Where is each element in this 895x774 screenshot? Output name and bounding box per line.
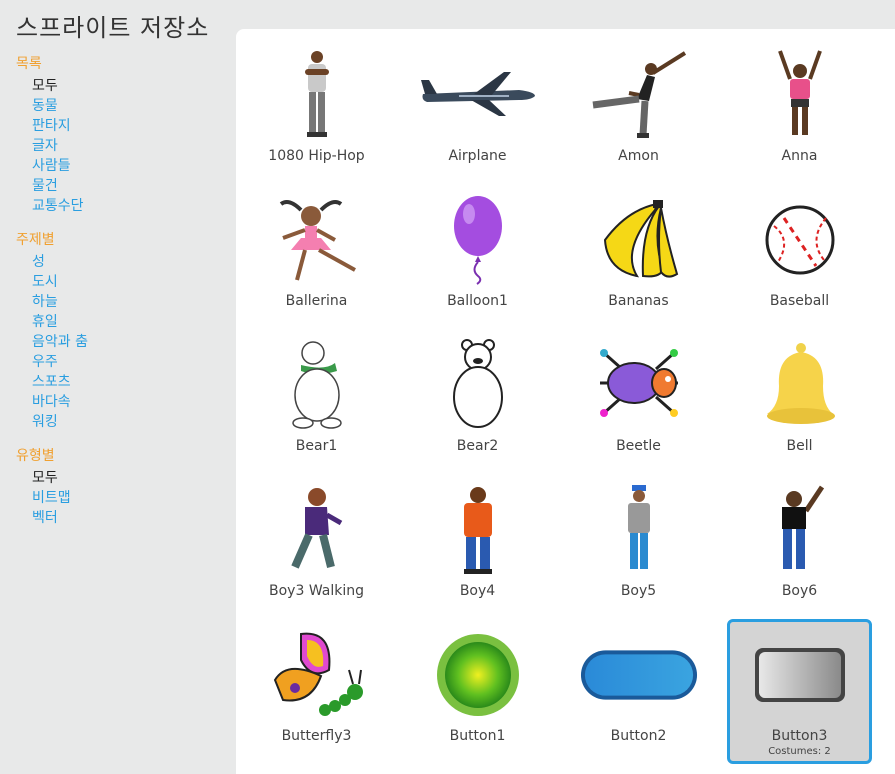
- theme-item-city[interactable]: 도시: [16, 272, 226, 292]
- boy-waving-icon: [730, 481, 869, 579]
- butterfly-caterpillar-icon: [247, 626, 386, 724]
- sprite-tile[interactable]: Amon: [566, 39, 711, 184]
- category-item-fantasy[interactable]: 판타지: [16, 116, 226, 136]
- sprite-tile[interactable]: Anna: [727, 39, 872, 184]
- sprite-grid: 1080 Hip-Hop Airplane Amon Anna Ballerin…: [244, 39, 872, 764]
- boy-walking-icon: [247, 481, 386, 579]
- sprite-name: Button3: [771, 728, 828, 744]
- sprite-name: Airplane: [448, 148, 507, 164]
- category-sidebar: 목록 모두 동물 판타지 글자 사람들 물건 교통수단 주제별 성 도시 하늘 …: [16, 54, 226, 542]
- sprite-name: 1080 Hip-Hop: [268, 148, 365, 164]
- sprite-library-panel: 1080 Hip-Hop Airplane Amon Anna Ballerin…: [236, 29, 895, 774]
- sprite-name: Balloon1: [447, 293, 508, 309]
- polar-bear-icon: [247, 336, 386, 434]
- sprite-tile[interactable]: Boy5: [566, 474, 711, 619]
- theme-item-castle[interactable]: 성: [16, 252, 226, 272]
- theme-heading: 주제별: [16, 232, 55, 248]
- sprite-name: Boy3 Walking: [269, 583, 364, 599]
- sprite-name: Bear2: [456, 438, 499, 454]
- sprite-tile-selected[interactable]: Button3 Costumes: 2: [727, 619, 872, 764]
- theme-item-music-dance[interactable]: 음악과 춤: [16, 332, 226, 352]
- type-item-vector[interactable]: 벡터: [16, 508, 226, 528]
- sprite-name: Beetle: [616, 438, 661, 454]
- sprite-name: Button2: [610, 728, 667, 744]
- sprite-name: Ballerina: [285, 293, 348, 309]
- category-group-list: 목록 모두 동물 판타지 글자 사람들 물건 교통수단: [16, 54, 226, 216]
- sprite-name: Bell: [786, 438, 813, 454]
- sprite-tile[interactable]: Bananas: [566, 184, 711, 329]
- sprite-name: Boy4: [459, 583, 496, 599]
- sprite-tile[interactable]: Button1: [405, 619, 550, 764]
- beetle-icon: [569, 336, 708, 434]
- theme-item-sports[interactable]: 스포츠: [16, 372, 226, 392]
- sprite-name: Bear1: [295, 438, 338, 454]
- sprite-name: Amon: [618, 148, 659, 164]
- theme-item-space[interactable]: 우주: [16, 352, 226, 372]
- sprite-tile[interactable]: Bell: [727, 329, 872, 474]
- theme-item-walking[interactable]: 워킹: [16, 412, 226, 432]
- baseball-icon: [730, 191, 869, 289]
- gray-rect-button-icon: [730, 626, 869, 724]
- category-group-type: 유형별 모두 비트맵 벡터: [16, 446, 226, 528]
- bananas-icon: [569, 191, 708, 289]
- type-item-all[interactable]: 모두: [16, 468, 226, 488]
- theme-item-underwater[interactable]: 바다속: [16, 392, 226, 412]
- theme-item-flying[interactable]: 하늘: [16, 292, 226, 312]
- page-title: 스프라이트 저장소: [16, 14, 210, 42]
- sprite-tile[interactable]: Bear1: [244, 329, 389, 474]
- category-item-letters[interactable]: 글자: [16, 136, 226, 156]
- costume-count: Costumes: 2: [768, 746, 831, 757]
- sprite-tile[interactable]: Butterfly3: [244, 619, 389, 764]
- sprite-tile[interactable]: Bear2: [405, 329, 550, 474]
- bell-icon: [730, 336, 869, 434]
- anna-dancer-icon: [730, 46, 869, 144]
- ballerina-icon: [247, 191, 386, 289]
- type-heading: 유형별: [16, 448, 55, 464]
- category-heading: 목록: [16, 56, 42, 72]
- sprite-tile[interactable]: Boy6: [727, 474, 872, 619]
- category-item-all[interactable]: 모두: [16, 76, 226, 96]
- bear-outline-icon: [408, 336, 547, 434]
- sprite-name: Anna: [781, 148, 818, 164]
- sprite-tile[interactable]: Beetle: [566, 329, 711, 474]
- sprite-tile[interactable]: Boy4: [405, 474, 550, 619]
- hiphop-dancer-icon: [247, 46, 386, 144]
- airplane-icon: [408, 46, 547, 144]
- category-item-transport[interactable]: 교통수단: [16, 196, 226, 216]
- sprite-name: Baseball: [769, 293, 830, 309]
- balloon-icon: [408, 191, 547, 289]
- boy-orange-jacket-icon: [408, 481, 547, 579]
- sprite-tile[interactable]: 1080 Hip-Hop: [244, 39, 389, 184]
- category-item-people[interactable]: 사람들: [16, 156, 226, 176]
- sprite-name: Boy6: [781, 583, 818, 599]
- blue-pill-button-icon: [569, 626, 708, 724]
- round-green-button-icon: [408, 626, 547, 724]
- category-item-animals[interactable]: 동물: [16, 96, 226, 116]
- sprite-tile[interactable]: Airplane: [405, 39, 550, 184]
- theme-item-holiday[interactable]: 휴일: [16, 312, 226, 332]
- category-group-theme: 주제별 성 도시 하늘 휴일 음악과 춤 우주 스포츠 바다속 워킹: [16, 230, 226, 432]
- category-item-things[interactable]: 물건: [16, 176, 226, 196]
- boy-cap-icon: [569, 481, 708, 579]
- sprite-tile[interactable]: Balloon1: [405, 184, 550, 329]
- sprite-tile[interactable]: Boy3 Walking: [244, 474, 389, 619]
- sprite-name: Butterfly3: [281, 728, 352, 744]
- sprite-name: Button1: [449, 728, 506, 744]
- amon-dancer-icon: [569, 46, 708, 144]
- sprite-tile[interactable]: Button2: [566, 619, 711, 764]
- sprite-name: Boy5: [620, 583, 657, 599]
- sprite-tile[interactable]: Ballerina: [244, 184, 389, 329]
- sprite-name: Bananas: [608, 293, 669, 309]
- sprite-tile[interactable]: Baseball: [727, 184, 872, 329]
- type-item-bitmap[interactable]: 비트맵: [16, 488, 226, 508]
